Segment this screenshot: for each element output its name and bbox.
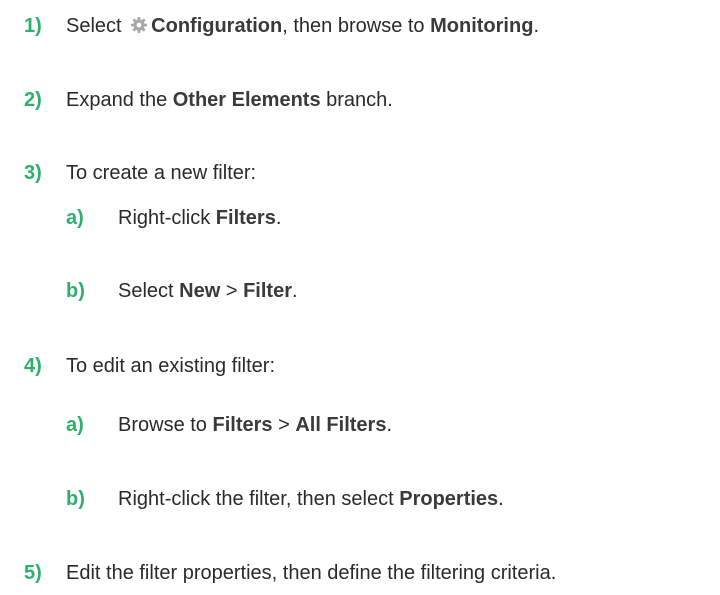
- other-elements-label: Other Elements: [172, 89, 321, 111]
- monitoring-link[interactable]: Monitoring: [430, 15, 533, 37]
- configuration-link[interactable]: Configuration: [151, 15, 282, 37]
- substep-letter: b): [66, 280, 85, 302]
- gear-icon: [129, 15, 149, 35]
- substep-text: Right-click Filters.: [118, 207, 282, 229]
- substep-text: Right-click the filter, then select Prop…: [118, 488, 504, 510]
- substep-letter: a): [66, 414, 84, 436]
- step-number: 2): [24, 89, 42, 111]
- filters-label: Filters: [212, 414, 273, 436]
- filters-label: Filters: [215, 207, 276, 229]
- step-number: 4): [24, 355, 42, 377]
- substep-text: Select New > Filter.: [118, 280, 298, 302]
- step-text: To edit an existing filter:: [66, 355, 275, 377]
- step-text: Select Configuration, then browse to Mon…: [66, 15, 539, 37]
- step-number: 1): [24, 15, 42, 37]
- substep-text: Browse to Filters > All Filters.: [118, 414, 393, 436]
- new-menu-label: New: [179, 280, 221, 302]
- step-text: Expand the Other Elements branch.: [66, 89, 393, 111]
- step-number: 5): [24, 562, 42, 584]
- all-filters-label: All Filters: [295, 414, 387, 436]
- step-text: Edit the filter properties, then define …: [66, 562, 557, 584]
- substep-letter: b): [66, 488, 85, 510]
- step-number: 3): [24, 162, 42, 184]
- filter-menu-label: Filter: [243, 280, 292, 302]
- substep-letter: a): [66, 207, 84, 229]
- properties-label: Properties: [399, 488, 499, 510]
- step-text: To create a new filter:: [66, 162, 257, 184]
